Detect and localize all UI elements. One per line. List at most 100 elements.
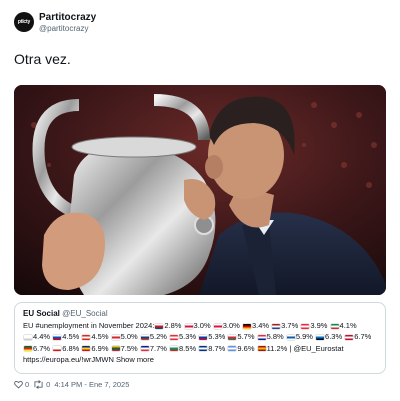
- flag-icon: [301, 323, 310, 329]
- rate-value: 6.9%: [91, 343, 109, 353]
- rate-value: 3.4%: [251, 321, 270, 330]
- rate-item: 4.5%: [52, 332, 79, 341]
- flag-icon: [330, 323, 339, 329]
- rate-item: 5.9%: [286, 332, 313, 341]
- quote-intro: EU #unemployment in November 2024:: [23, 321, 155, 330]
- flag-icon: [111, 346, 120, 352]
- rate-value: 5.8%: [266, 332, 284, 342]
- tweet-footer: 0 0 4:14 PM - Ene 7, 2025: [14, 380, 129, 389]
- quoted-tweet-header: EU Social @EU_Social: [23, 309, 377, 318]
- flag-icon: [111, 334, 120, 340]
- rate-item: 6.9%: [81, 343, 109, 353]
- photo-illustration: [14, 85, 386, 295]
- rate-item: 6.7%: [344, 332, 371, 341]
- rate-value: 5.2%: [149, 332, 167, 342]
- rate-value: 4.5%: [91, 332, 109, 342]
- tweet-timestamp[interactable]: 4:14 PM - Ene 7, 2025: [54, 380, 129, 389]
- rate-value: 6.7%: [354, 332, 372, 342]
- flag-icon: [199, 346, 208, 352]
- retweet-button[interactable]: 0: [33, 380, 50, 389]
- quote-link[interactable]: https://europa.eu/!wrJMWN: [23, 355, 114, 364]
- tweet-photo[interactable]: [14, 85, 386, 295]
- rate-value: 3.0%: [193, 321, 211, 330]
- rate-item: 3.0%: [184, 321, 211, 330]
- rate-value: 3.0%: [222, 321, 240, 330]
- rate-item: 11.2%: [257, 343, 288, 353]
- tweet-text: Otra vez.: [14, 51, 71, 67]
- rate-value: 5.9%: [295, 332, 313, 342]
- rate-item: 5.3%: [198, 332, 225, 341]
- flag-icon: [228, 334, 237, 340]
- rate-item: 5.3%: [169, 332, 196, 341]
- quoted-author-name[interactable]: EU Social: [23, 309, 60, 318]
- rate-item: 6.7%: [23, 344, 50, 353]
- rate-item: 3.0%: [213, 321, 240, 330]
- flag-icon: [316, 334, 325, 340]
- rate-item: 4.5%: [81, 332, 109, 342]
- avatar-text: ptlcty: [17, 19, 31, 25]
- flag-icon: [140, 346, 149, 352]
- rate-item: 6.3%: [315, 332, 342, 341]
- flag-icon: [140, 334, 149, 340]
- rate-value: 8.7%: [208, 343, 226, 353]
- rate-value: 6.7%: [33, 343, 51, 353]
- rate-value: 2.8%: [164, 321, 182, 330]
- flag-icon: [257, 346, 266, 352]
- author-handle[interactable]: @partitocrazy: [39, 24, 88, 33]
- rate-item: 3.9%: [300, 321, 327, 330]
- quoted-tweet-text: EU #unemployment in November 2024: 2.8% 3…: [23, 320, 377, 365]
- rate-value: 3.9%: [310, 321, 328, 330]
- rate-item: 6.8%: [52, 344, 79, 353]
- rate-value: 9.6%: [237, 343, 255, 353]
- rate-item: 5.7%: [227, 332, 255, 342]
- flag-icon: [53, 346, 62, 352]
- rate-value: 4.4%: [33, 332, 51, 342]
- rate-value: 11.2%: [266, 343, 288, 353]
- flag-icon: [82, 334, 91, 340]
- rate-value: 5.7%: [237, 332, 255, 342]
- retweet-count: 0: [46, 380, 51, 389]
- flag-icon: [286, 334, 295, 340]
- quoted-author-handle[interactable]: @EU_Social: [62, 309, 107, 318]
- flag-icon: [345, 334, 354, 340]
- flag-icon: [242, 323, 251, 329]
- flag-icon: [184, 323, 193, 329]
- flag-icon: [24, 334, 32, 340]
- flag-icon: [199, 334, 208, 340]
- rate-value: 4.1%: [339, 321, 357, 330]
- rate-value: 3.7%: [281, 321, 299, 330]
- flag-icon: [228, 346, 237, 352]
- flag-icon: [155, 323, 164, 329]
- rate-item: 4.1%: [330, 321, 357, 330]
- author-name[interactable]: Partitocrazy: [39, 12, 96, 23]
- rate-value: 5.3%: [208, 332, 226, 342]
- quote-tail[interactable]: | @EU_Eurostat: [289, 344, 343, 353]
- flag-icon: [170, 346, 179, 352]
- rate-item: 9.6%: [227, 343, 255, 353]
- rate-value: 5.3%: [179, 332, 197, 342]
- rate-value: 5.0%: [120, 332, 138, 342]
- rate-value: 4.5%: [62, 332, 80, 342]
- rate-value: 6.8%: [62, 343, 80, 353]
- flag-icon: [24, 346, 32, 352]
- flag-icon: [170, 334, 179, 340]
- rate-value: 6.3%: [325, 332, 343, 342]
- rate-item: 3.7%: [271, 321, 298, 330]
- retweet-icon: [34, 380, 43, 389]
- rate-item: 7.5%: [111, 344, 138, 353]
- flag-icon: [272, 323, 281, 329]
- like-count: 0: [25, 380, 30, 389]
- author-avatar[interactable]: ptlcty: [14, 12, 34, 32]
- like-button[interactable]: 0: [14, 380, 29, 389]
- rate-item: 8.5%: [169, 344, 196, 353]
- flag-icon: [82, 346, 91, 352]
- rate-item: 4.4%: [23, 332, 50, 341]
- rate-item: 3.4%: [242, 321, 269, 330]
- flag-icon: [213, 323, 222, 329]
- rate-item: 7.7%: [140, 344, 167, 353]
- show-more-link[interactable]: Show more: [116, 355, 154, 364]
- quoted-tweet[interactable]: EU Social @EU_Social EU #unemployment in…: [14, 302, 386, 374]
- flag-icon: [257, 334, 266, 340]
- rate-item: 5.8%: [257, 332, 284, 341]
- rate-value: 8.5%: [179, 343, 197, 353]
